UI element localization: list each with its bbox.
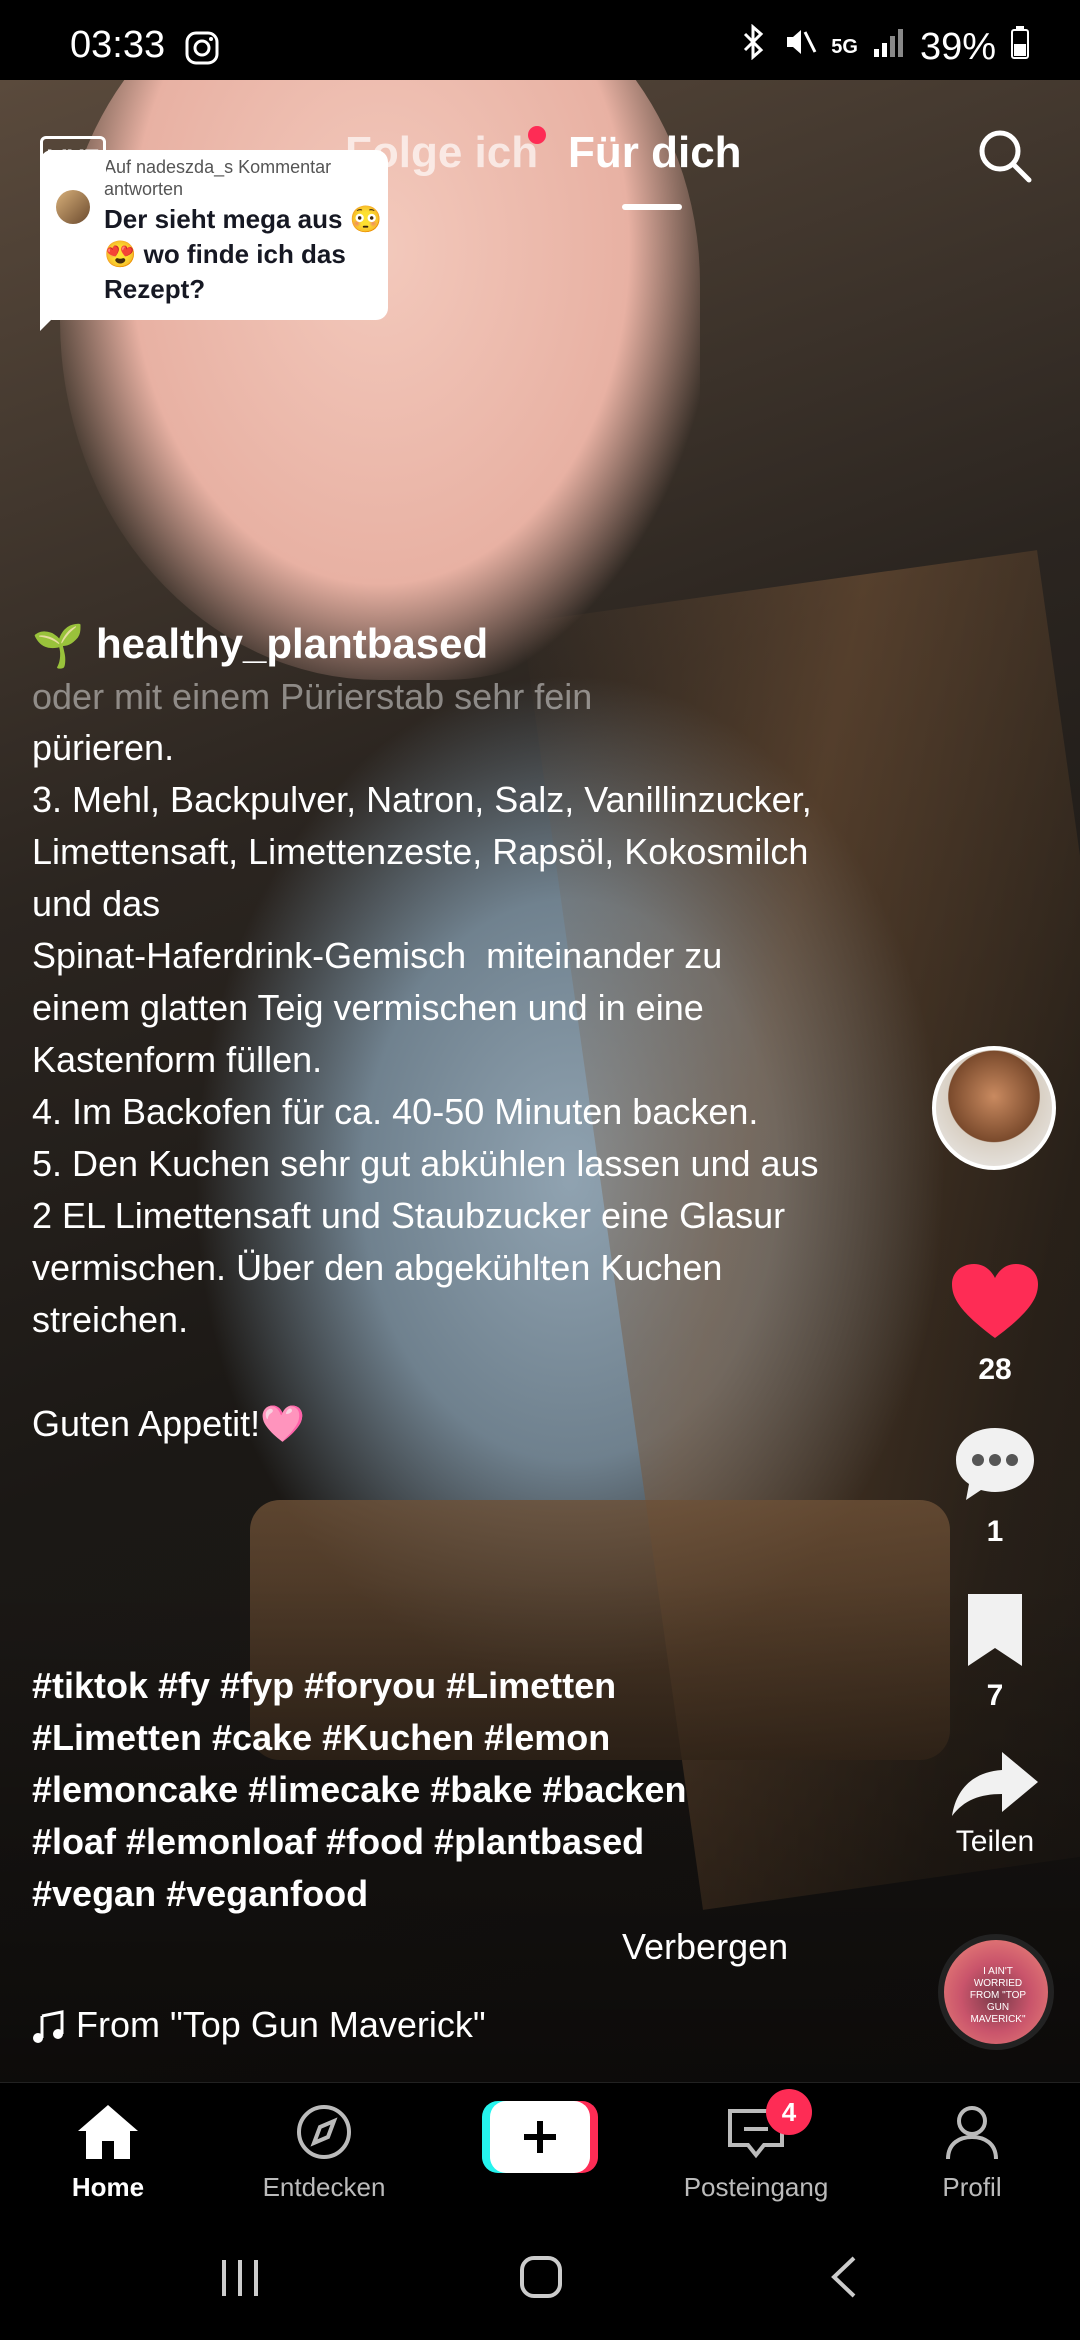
tab-following[interactable]: Folge ich [345,128,538,178]
nav-profile-label: Profil [942,2172,1002,2202]
profile-icon [946,2106,998,2160]
nav-discover[interactable]: Entdecken [234,2103,414,2203]
creator-avatar[interactable] [932,1046,1056,1170]
search-icon[interactable] [975,126,1035,186]
mute-icon [783,24,817,70]
home-system-icon[interactable] [518,2254,564,2305]
sprout-emoji: 🌱 [32,622,85,669]
status-bar: 03:33 5G 39% [0,0,1080,80]
nav-inbox-label: Posteingang [683,2172,829,2202]
bottom-nav: Home Entdecken Posteingang 4 Profil [0,2082,1080,2221]
inbox-badge: 4 [766,2089,812,2135]
reply-text: Der sieht mega aus 😳😍 wo finde ich das R… [104,204,383,304]
hide-caption-button[interactable]: Verbergen [622,1926,788,1968]
nav-discover-label: Entdecken [262,2172,386,2202]
bookmark-count: 7 [986,1679,1004,1712]
like-count: 28 [978,1353,1012,1386]
music-note-icon [32,2010,66,2049]
nav-inbox[interactable]: Posteingang [666,2103,846,2203]
nav-home[interactable]: Home [18,2103,198,2203]
disc-label: I AIN'T WORRIED FROM "TOP GUN MAVERICK" [969,1966,1027,2025]
bookmark-icon [968,1594,1022,1666]
post-caption[interactable]: pürieren. 3. Mehl, Backpulver, Natron, S… [32,722,822,1450]
like-button[interactable]: 28 [940,1262,1050,1387]
commenter-avatar [56,190,90,224]
bookmark-button[interactable]: 7 [940,1592,1050,1713]
caption-faded-line: oder mit einem Pürierstab sehr fein [32,676,593,717]
instagram-icon [184,30,220,71]
network-type: 5G [831,35,858,58]
status-time: 03:33 [70,24,166,66]
battery-icon [1010,24,1030,70]
bluetooth-icon [739,23,769,70]
plus-icon [482,2101,598,2173]
music-title[interactable]: From "Top Gun Maverick" [76,2004,546,2046]
create-button[interactable] [482,2101,598,2173]
reply-header: Auf nadeszda_s Kommentar antworten [104,157,332,199]
comment-icon [956,1428,1034,1500]
heart-icon [952,1264,1038,1338]
post-hashtags[interactable]: #tiktok #fy #fyp #foryou #Limetten #Lime… [32,1660,792,1920]
music-disc[interactable]: I AIN'T WORRIED FROM "TOP GUN MAVERICK" [938,1934,1054,2050]
share-button[interactable]: Teilen [940,1748,1050,1859]
compass-icon [297,2105,351,2159]
battery-percent: 39% [919,25,996,68]
recent-apps-icon[interactable] [218,2256,262,2305]
nav-profile[interactable]: Profil [882,2103,1062,2203]
nav-home-label: Home [71,2172,145,2202]
bubble-tail [40,305,66,331]
active-tab-indicator [622,204,682,210]
back-icon[interactable] [826,2254,862,2305]
tab-for-you[interactable]: Für dich [568,128,742,178]
status-right: 5G 39% [739,23,1030,70]
share-label: Teilen [955,1825,1035,1858]
live-button[interactable]: LIVE [40,136,106,182]
home-icon [78,2105,138,2159]
author-username[interactable]: healthy_plantbased [96,620,488,668]
signal-icon [872,25,906,69]
comment-count: 1 [986,1515,1004,1548]
comment-button[interactable]: 1 [940,1424,1050,1549]
system-nav-bar [0,2220,1080,2340]
following-notification-dot [528,126,546,144]
share-arrow-icon [952,1752,1038,1816]
